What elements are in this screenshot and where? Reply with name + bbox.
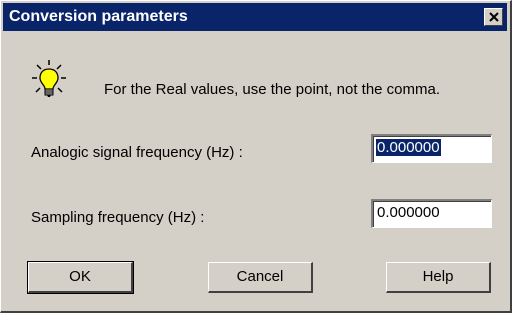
sampling-frequency-label: Sampling frequency (Hz) : (31, 209, 205, 226)
cancel-button[interactable]: Cancel (208, 262, 313, 293)
close-icon (489, 12, 499, 22)
close-button[interactable] (484, 8, 503, 26)
analogic-frequency-label: Analogic signal frequency (Hz) : (31, 144, 243, 161)
dialog-title: Conversion parameters (9, 8, 188, 25)
help-button[interactable]: Help (386, 262, 491, 293)
sampling-frequency-value: 0.000000 (377, 204, 440, 221)
analogic-frequency-value: 0.000000 (375, 138, 442, 157)
analogic-frequency-input[interactable]: 0.000000 (371, 134, 492, 163)
title-bar[interactable]: Conversion parameters (3, 3, 507, 31)
sampling-frequency-input[interactable]: 0.000000 (371, 199, 492, 228)
ok-button[interactable]: OK (27, 261, 134, 294)
conversion-parameters-dialog: Conversion parameters For the Real value… (0, 0, 512, 313)
lightbulb-icon (32, 60, 66, 97)
hint-text: For the Real values, use the point, not … (104, 81, 441, 98)
